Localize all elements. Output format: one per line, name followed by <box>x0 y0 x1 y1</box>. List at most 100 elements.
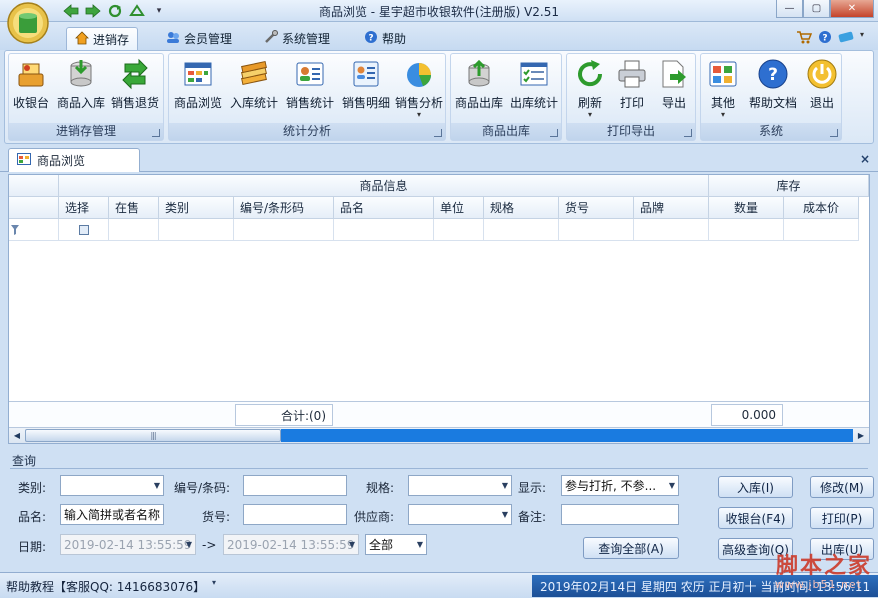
filter-checkbox[interactable] <box>78 224 89 235</box>
spec-label: 规格: <box>366 481 395 495</box>
code-label: 编号/条码: <box>174 481 231 495</box>
close-tab-icon[interactable]: × <box>860 152 870 166</box>
col-header-barcode[interactable]: 编号/条形码 <box>234 197 334 219</box>
col-header-spec[interactable]: 规格 <box>484 197 559 219</box>
other-button[interactable]: 其他 ▾ <box>705 58 741 120</box>
stock-in-stats-label: 入库统计 <box>229 96 278 110</box>
category-select[interactable]: ▼ <box>60 475 164 496</box>
query-divider <box>10 468 868 469</box>
contact-card-icon <box>296 62 324 86</box>
app-logo-icon[interactable] <box>6 1 50 45</box>
stock-out-stats-button[interactable]: 出库统计 <box>507 58 561 120</box>
minimize-button[interactable]: — <box>776 0 803 18</box>
tab-help[interactable]: ? 帮助 <box>356 27 414 50</box>
filter-cell[interactable] <box>434 219 484 241</box>
stock-out-button[interactable]: 商品出库 <box>453 58 505 120</box>
name-input[interactable]: 输入简拼或者名称 <box>60 504 164 525</box>
supplier-select[interactable]: ▼ <box>408 504 512 525</box>
total-count: 合计:(0) <box>235 404 333 426</box>
spec-select[interactable]: ▼ <box>408 475 512 496</box>
group-expand-icon[interactable] <box>684 129 692 137</box>
product-browse-button[interactable]: 商品浏览 <box>171 58 225 120</box>
scroll-right-icon[interactable]: ▶ <box>853 428 869 443</box>
col-header-quantity[interactable]: 数量 <box>709 197 784 219</box>
group-expand-icon[interactable] <box>152 129 160 137</box>
filter-cell[interactable] <box>109 219 159 241</box>
filter-cell[interactable] <box>234 219 334 241</box>
sales-stats-button[interactable]: 销售统计 <box>283 58 337 120</box>
sales-analysis-button[interactable]: 销售分析 ▾ <box>393 58 445 120</box>
refresh-button[interactable]: 刷新 ▾ <box>571 58 609 120</box>
filter-cell[interactable] <box>784 219 859 241</box>
watermark-logo: 脚本之家 <box>775 553 872 579</box>
cashier-button[interactable]: 收银台 <box>11 58 51 120</box>
filter-cell[interactable] <box>334 219 434 241</box>
filter-cell[interactable] <box>634 219 709 241</box>
cashier-query-button[interactable]: 收银台(F4) <box>718 507 793 529</box>
watermark-url: www.jb51.net <box>774 578 862 591</box>
help-doc-button[interactable]: ? 帮助文档 <box>747 58 799 120</box>
col-header-name[interactable]: 品名 <box>334 197 434 219</box>
col-header-on-sale[interactable]: 在售 <box>109 197 159 219</box>
close-button[interactable]: ✕ <box>830 0 874 18</box>
group-expand-icon[interactable] <box>830 129 838 137</box>
sales-stats-label: 销售统计 <box>285 96 334 110</box>
grid-window-icon <box>184 62 212 86</box>
filter-cell[interactable] <box>709 219 784 241</box>
refresh-label: 刷新 <box>577 96 602 110</box>
col-header-unit[interactable]: 单位 <box>434 197 484 219</box>
filter-cell[interactable] <box>559 219 634 241</box>
code-input[interactable] <box>243 475 347 496</box>
group-expand-icon[interactable] <box>550 129 558 137</box>
tab-system[interactable]: 系统管理 <box>256 27 338 50</box>
date-range-select[interactable]: 全部 ▼ <box>365 534 427 555</box>
horizontal-scrollbar[interactable]: ◀ ||| ▶ <box>9 427 869 443</box>
maximize-button[interactable]: ▢ <box>803 0 830 18</box>
col-header-brand[interactable]: 品牌 <box>634 197 709 219</box>
filter-icon[interactable] <box>9 219 59 241</box>
print-query-button[interactable]: 打印(P) <box>810 507 874 529</box>
col-header-cost-price[interactable]: 成本价 <box>784 197 859 219</box>
filter-cell[interactable] <box>484 219 559 241</box>
date-to-picker[interactable]: 2019-02-14 13:55:59 ▼ <box>223 534 359 555</box>
item-no-input[interactable] <box>243 504 347 525</box>
help-tutorial-link[interactable]: 帮助教程【客服QQ: 1416683076】 <box>6 578 205 595</box>
exit-button[interactable]: 退出 <box>805 58 839 120</box>
stock-in-button[interactable]: 商品入库 <box>55 58 107 120</box>
print-button[interactable]: 打印 <box>613 58 651 120</box>
filter-select-cell[interactable] <box>59 219 109 241</box>
stock-in-query-button[interactable]: 入库(I) <box>718 476 793 498</box>
sales-analysis-dropdown-icon: ▾ <box>416 110 421 119</box>
date-from-picker[interactable]: 2019-02-14 13:55:59 ▼ <box>60 534 196 555</box>
status-dropdown-icon[interactable]: ▾ <box>212 578 216 587</box>
tab-inventory[interactable]: 进销存 <box>66 27 139 50</box>
window-title: 商品浏览 - 星宇超市收银软件(注册版) V2.51 <box>318 5 560 19</box>
sales-return-button[interactable]: 销售退货 <box>109 58 161 120</box>
group-expand-icon[interactable] <box>434 129 442 137</box>
query-all-button[interactable]: 查询全部(A) <box>583 537 679 559</box>
cart-icon[interactable] <box>796 30 813 47</box>
col-header-category[interactable]: 类别 <box>159 197 234 219</box>
skin-icon[interactable] <box>838 30 854 47</box>
stock-in-stats-button[interactable]: 入库统计 <box>227 58 281 120</box>
skin-dropdown-icon[interactable]: ▾ <box>860 30 864 47</box>
modify-button[interactable]: 修改(M) <box>810 476 874 498</box>
sales-detail-button[interactable]: 销售明细 <box>339 58 393 120</box>
filter-cell[interactable] <box>159 219 234 241</box>
help-round-icon[interactable]: ? <box>818 30 832 47</box>
tab-members[interactable]: 会员管理 <box>158 27 240 50</box>
col-header-item-no[interactable]: 货号 <box>559 197 634 219</box>
export-button[interactable]: 导出 <box>655 58 693 120</box>
col-header-select[interactable]: 选择 <box>59 197 109 219</box>
name-input-placeholder: 输入简拼或者名称 <box>64 508 161 522</box>
display-select[interactable]: 参与打折, 不参... ▼ <box>561 475 679 496</box>
remark-input[interactable] <box>561 504 679 525</box>
tab-product-browse[interactable]: 商品浏览 <box>8 148 140 172</box>
scroll-left-icon[interactable]: ◀ <box>9 428 25 443</box>
scroll-track[interactable] <box>281 429 853 442</box>
cashier-label: 收银台 <box>12 96 49 110</box>
scroll-thumb[interactable]: ||| <box>25 429 281 442</box>
tab-help-label: 帮助 <box>382 32 407 46</box>
cashier-icon <box>18 63 44 87</box>
group-system: 其他 ▾ ? 帮助文档 退出 系统 <box>700 53 842 141</box>
